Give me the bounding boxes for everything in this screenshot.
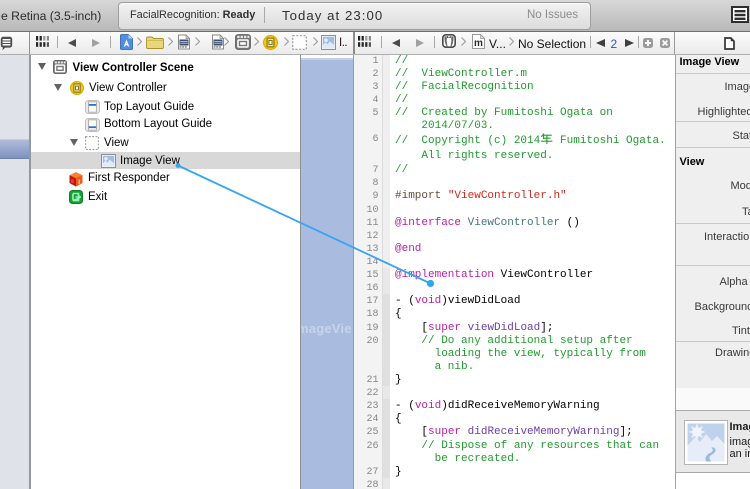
svg-text:m: m xyxy=(474,38,483,49)
